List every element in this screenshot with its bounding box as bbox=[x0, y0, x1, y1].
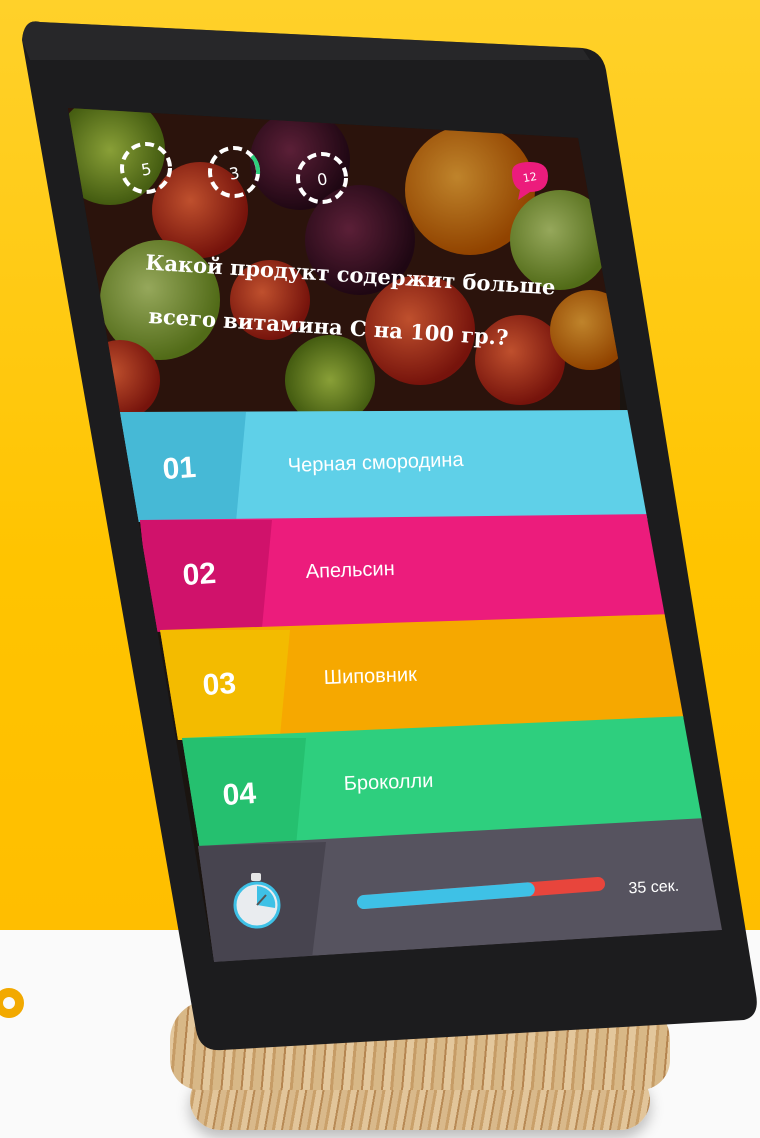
fruit-background-image bbox=[68, 108, 630, 425]
timer-label: 35 сек. bbox=[628, 878, 679, 898]
answer-3-label: Шиповник bbox=[323, 664, 417, 689]
answer-2-label: Апельсин bbox=[305, 558, 395, 583]
answer-4-label: Броколли bbox=[343, 770, 433, 795]
tablet-screen bbox=[68, 108, 722, 962]
bezel-highlight bbox=[22, 21, 590, 61]
answer-2-number: 02 bbox=[182, 557, 218, 592]
comments-badge-count: 12 bbox=[522, 170, 538, 185]
answer-1-number: 01 bbox=[162, 451, 198, 486]
answer-option-2[interactable] bbox=[140, 514, 676, 632]
answer-4-number: 04 bbox=[222, 777, 258, 812]
tablet-device: 5 3 0 12 Какой продукт содержит больше в… bbox=[0, 0, 760, 1138]
tablet-svg: 5 3 0 12 Какой продукт содержит больше в… bbox=[22, 21, 757, 1051]
answer-3-number: 03 bbox=[202, 667, 238, 702]
